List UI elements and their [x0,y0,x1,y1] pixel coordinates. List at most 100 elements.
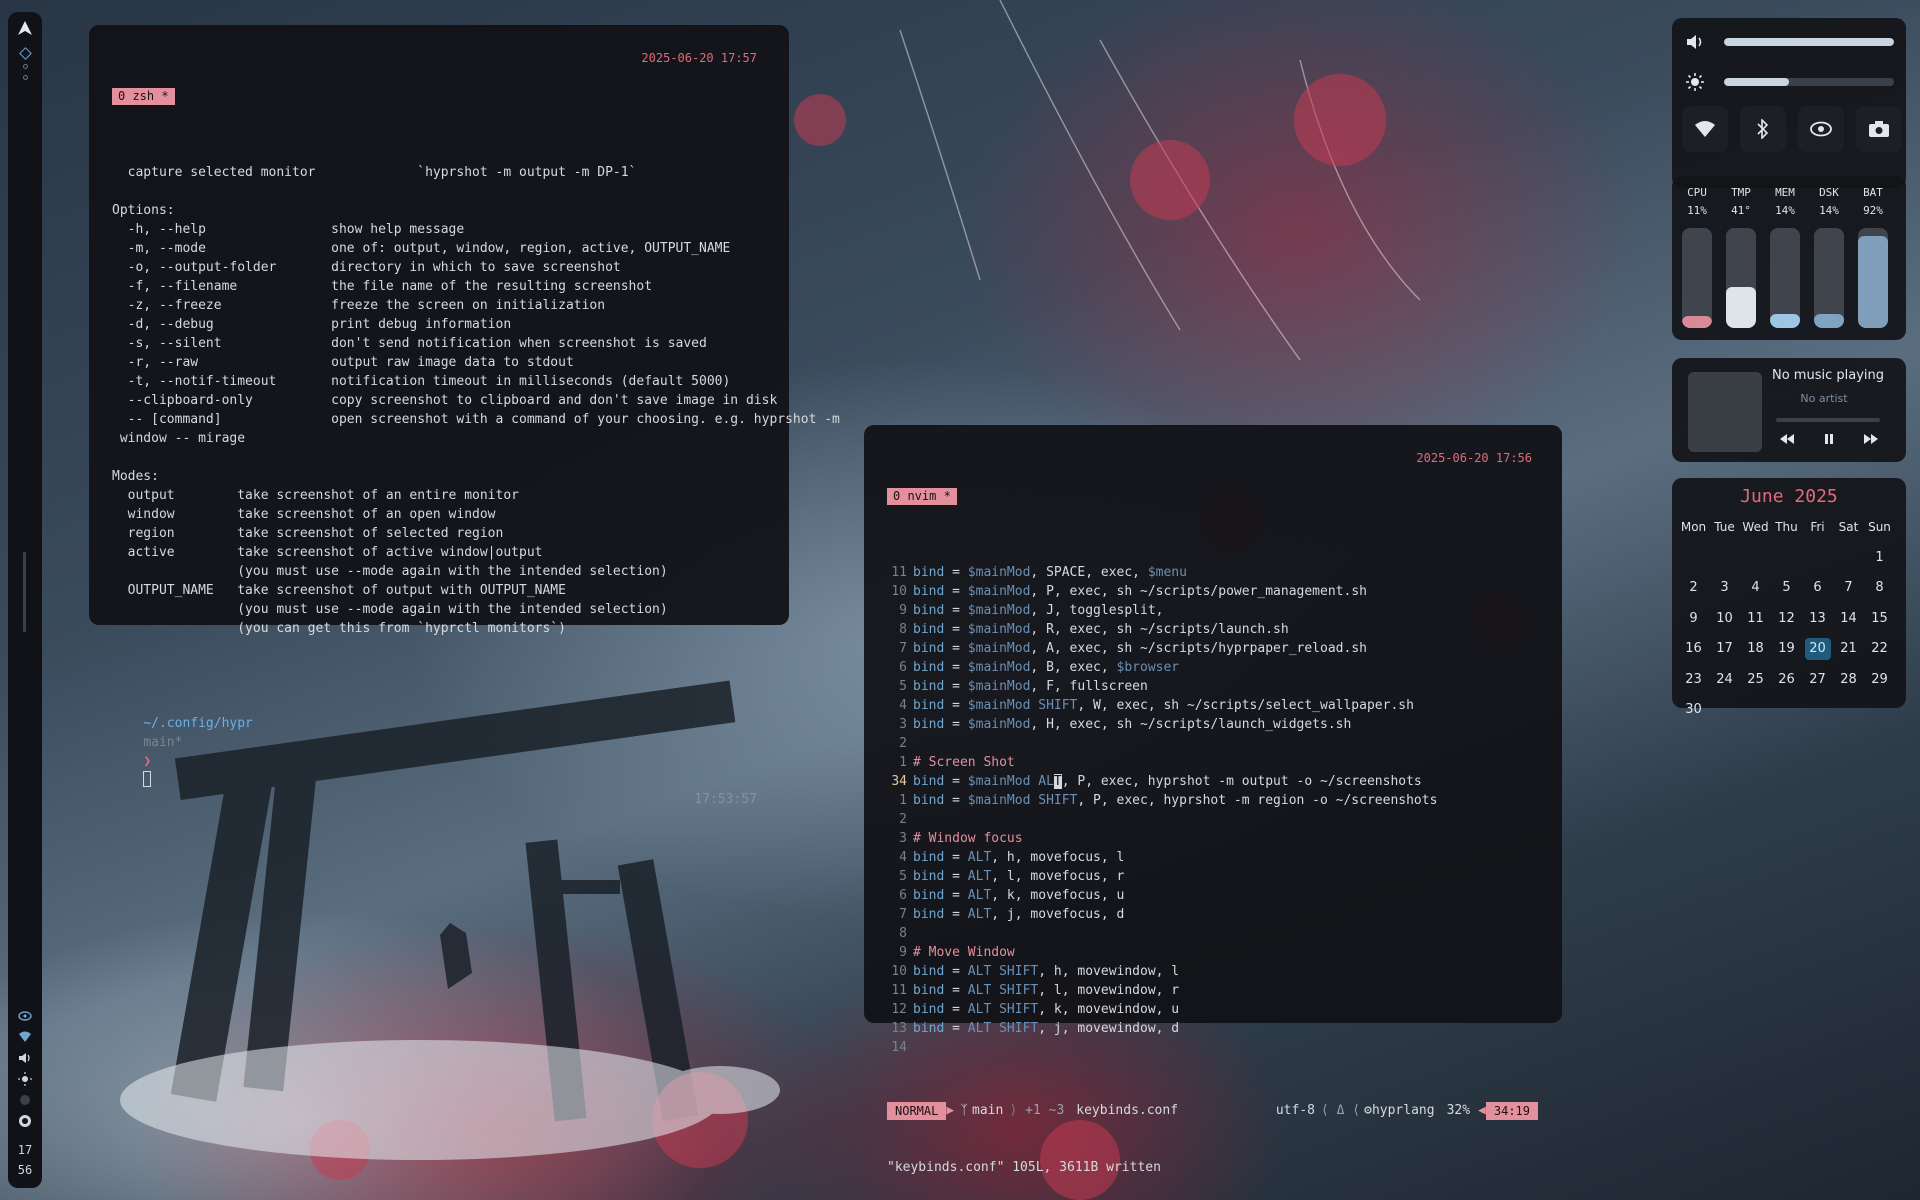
code-line[interactable]: 5 bind = ALT, l, movefocus, r [887,867,1562,886]
calendar-today[interactable]: 20 [1802,634,1833,665]
editor-buffer[interactable]: 11 bind = $mainMod, SPACE, exec, $menu 10 b… [887,563,1562,1057]
code-line[interactable]: 7 bind = ALT, j, movefocus, d [887,905,1562,924]
code-line[interactable]: 2 [887,734,1562,753]
bluetooth-toggle[interactable] [1740,106,1786,152]
idle-inhibitor-icon[interactable] [18,1093,32,1107]
sidebar-scrollbar[interactable] [23,552,26,632]
line-number: 11 [891,565,907,580]
wifi-toggle[interactable] [1682,106,1728,152]
stat-label: CPU [1687,186,1707,199]
code-line[interactable]: 13 bind = ALT SHIFT, j, movewindow, d [887,1019,1562,1038]
terminal-zsh[interactable]: 0 zsh * 2025-06-20 17:57 capture selecte… [89,25,840,807]
code-line[interactable]: 9 bind = $mainMod, J, togglesplit, [887,601,1562,620]
code-text: , SPACE, exec, [1030,565,1148,580]
calendar-day[interactable]: 30 [1678,695,1709,726]
calendar-day[interactable]: 24 [1709,665,1740,696]
previous-button[interactable] [1776,428,1798,450]
terminal-tab-label[interactable]: 0 zsh * [112,88,175,105]
code-line[interactable]: 6 bind = ALT, k, movefocus, u [887,886,1562,905]
code-line[interactable]: 3 bind = $mainMod, H, exec, sh ~/scripts/… [887,715,1562,734]
volume-slider[interactable] [1686,32,1894,52]
brightness-track[interactable] [1724,78,1894,86]
code-line[interactable]: 5 bind = $mainMod, F, fullscreen [887,677,1562,696]
volume-icon[interactable] [18,1051,32,1065]
code-line[interactable]: 14 [887,1038,1562,1057]
calendar-day[interactable]: 18 [1740,634,1771,665]
code-line[interactable]: 8 [887,924,1562,943]
brightness-slider[interactable] [1686,72,1894,92]
calendar-day[interactable]: 4 [1740,573,1771,604]
code-line[interactable]: 10 bind = $mainMod, P, exec, sh ~/scripts… [887,582,1562,601]
eye-icon[interactable] [18,1009,32,1023]
workspace-2[interactable] [22,64,28,69]
bluetooth-icon [1757,119,1769,139]
calendar-day[interactable]: 9 [1678,604,1709,635]
arch-logo-icon[interactable] [17,20,33,41]
track-progress[interactable] [1776,418,1880,422]
code-line[interactable]: 11 bind = ALT SHIFT, l, movewindow, r [887,981,1562,1000]
calendar-day[interactable]: 16 [1678,634,1709,665]
code-line[interactable]: 3 # Window focus [887,829,1562,848]
code-line[interactable]: 34 bind = $mainMod ALT, P, exec, hyprshot… [887,772,1562,791]
calendar-day[interactable]: 6 [1802,573,1833,604]
calendar-day[interactable]: 17 [1709,634,1740,665]
screenshot-toggle[interactable] [1856,106,1902,152]
volume-track[interactable] [1724,38,1894,46]
terminal-nvim[interactable]: 0 nvim * 2025-06-20 17:56 11 bind = $main… [864,425,1562,1175]
calendar-day[interactable]: 8 [1864,573,1895,604]
calendar-day[interactable]: 25 [1740,665,1771,696]
code-keyword: bind [913,1002,945,1017]
calendar-day[interactable]: 13 [1802,604,1833,635]
code-text: = [944,850,968,865]
calendar-day[interactable]: 19 [1771,634,1802,665]
code-line[interactable]: 8 bind = $mainMod, R, exec, sh ~/scripts/… [887,620,1562,639]
calendar-day[interactable]: 22 [1864,634,1895,665]
code-line[interactable]: 1 # Screen Shot [887,753,1562,772]
editor-cursor: T [1053,774,1062,789]
shell-prompt[interactable]: ~/.config/hypr main* ❯ 17:53:57 [112,695,789,807]
code-text: , A, exec, sh ~/scripts/hyprpaper_reload… [1030,641,1367,656]
code-variable: $mainMod [967,641,1031,656]
code-line[interactable]: 6 bind = $mainMod, B, exec, $browser [887,658,1562,677]
brightness-icon[interactable] [18,1072,32,1086]
code-line[interactable]: 2 [887,810,1562,829]
calendar-day[interactable]: 23 [1678,665,1709,696]
code-line[interactable]: 4 bind = $mainMod SHIFT, W, exec, sh ~/sc… [887,696,1562,715]
calendar-day[interactable]: 1 [1864,543,1895,574]
code-variable: ALT [967,907,992,922]
calendar-day[interactable]: 5 [1771,573,1802,604]
code-line[interactable]: 12 bind = ALT SHIFT, k, movewindow, u [887,1000,1562,1019]
calendar-day[interactable]: 15 [1864,604,1895,635]
nvim-statusline: NORMAL ▶ ᛉ main ⟩ +1 ~3 keybinds.conf ut… [887,1101,1562,1120]
calendar-day[interactable]: 14 [1833,604,1864,635]
calendar-day[interactable]: 28 [1833,665,1864,696]
code-line[interactable]: 7 bind = $mainMod, A, exec, sh ~/scripts/… [887,639,1562,658]
workspace-3[interactable] [22,75,28,80]
terminal-tab-label[interactable]: 0 nvim * [887,488,957,505]
code-line[interactable]: 1 bind = $mainMod SHIFT, P, exec, hyprsho… [887,791,1562,810]
wifi-icon[interactable] [18,1030,32,1044]
calendar-day[interactable]: 7 [1833,573,1864,604]
next-button[interactable] [1860,428,1882,450]
calendar-day[interactable]: 27 [1802,665,1833,696]
code-line[interactable]: 4 bind = ALT, h, movefocus, l [887,848,1562,867]
calendar-day[interactable]: 12 [1771,604,1802,635]
calendar-day[interactable]: 11 [1740,604,1771,635]
eye-toggle[interactable] [1798,106,1844,152]
code-line[interactable]: 10 bind = ALT SHIFT, h, movewindow, l [887,962,1562,981]
workspace-1-active[interactable] [18,47,32,60]
calendar-day[interactable]: 29 [1864,665,1895,696]
stat-label: BAT [1863,186,1883,199]
calendar-day[interactable]: 26 [1771,665,1802,696]
calendar-day[interactable]: 10 [1709,604,1740,635]
calendar-day[interactable]: 3 [1709,573,1740,604]
code-line[interactable]: 11 bind = $mainMod, SPACE, exec, $menu [887,563,1562,582]
calendar-day[interactable]: 2 [1678,573,1709,604]
album-art [1688,372,1762,452]
pause-button[interactable] [1818,428,1840,450]
code-line[interactable]: 9 # Move Window [887,943,1562,962]
calendar-month-title[interactable]: June 2025 [1672,486,1906,507]
terminal-output: capture selected monitor `hyprshot -m ou… [112,163,840,657]
calendar-day[interactable]: 21 [1833,634,1864,665]
power-icon[interactable] [18,1114,32,1128]
